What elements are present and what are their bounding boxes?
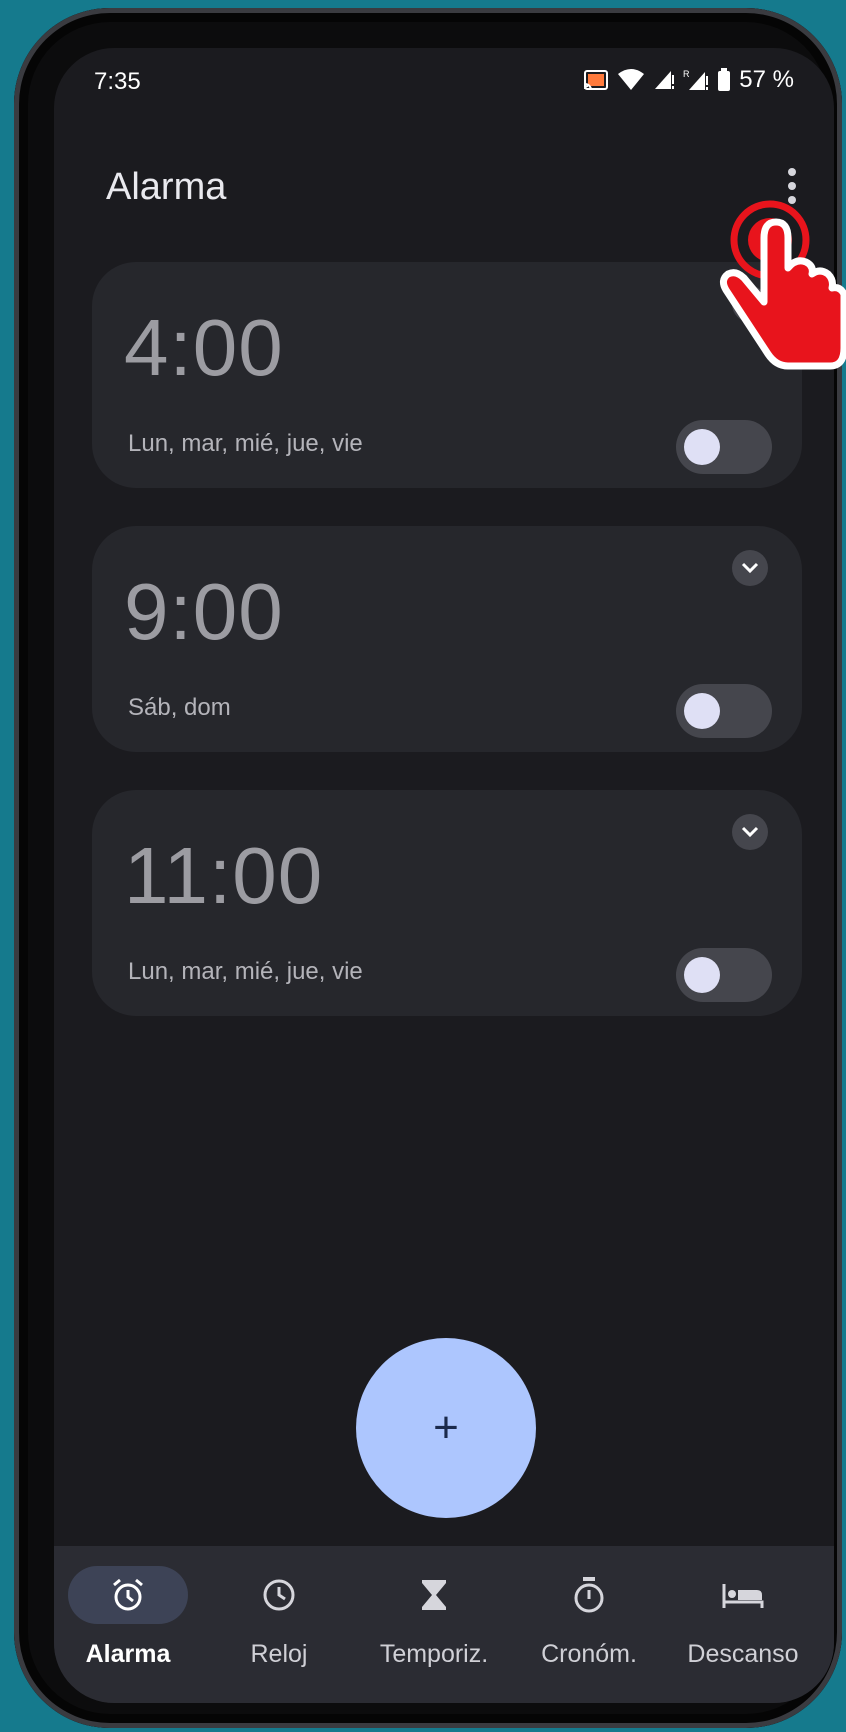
- status-icons: R 57 %: [583, 66, 794, 94]
- alarm-icon: [113, 1578, 143, 1611]
- tap-pointer-icon: [719, 200, 846, 370]
- signal-icon: [655, 71, 675, 89]
- nav-label: Alarma: [85, 1640, 171, 1668]
- chevron-down-icon[interactable]: [732, 814, 768, 850]
- nav-item-stopwatch[interactable]: Cronóm.: [509, 1566, 669, 1669]
- alarm-days: Lun, mar, mié, jue, vie: [128, 958, 363, 985]
- battery-percent: 57 %: [739, 66, 794, 93]
- nav-label: Cronóm.: [541, 1640, 637, 1668]
- alarm-time[interactable]: 9:00: [124, 566, 284, 658]
- nav-item-bedtime[interactable]: Descanso: [663, 1566, 823, 1669]
- alarm-card[interactable]: 9:00 Sáb, dom: [92, 526, 802, 752]
- plus-icon: +: [433, 1403, 459, 1452]
- alarm-toggle[interactable]: [676, 948, 772, 1002]
- nav-label: Reloj: [250, 1640, 308, 1668]
- status-bar: 7:35 R 57 %: [54, 48, 834, 118]
- nav-item-clock[interactable]: Reloj: [199, 1566, 359, 1669]
- hourglass-icon: [422, 1580, 446, 1610]
- bottom-navigation: Alarma Reloj Temporiz. Cronóm. Descanso: [54, 1546, 834, 1703]
- alarm-days: Lun, mar, mié, jue, vie: [128, 430, 363, 457]
- wifi-icon: [618, 69, 645, 90]
- stopwatch-icon: [574, 1577, 604, 1613]
- nav-label: Descanso: [687, 1640, 799, 1668]
- signal-roaming-icon: R: [683, 69, 709, 90]
- alarm-toggle[interactable]: [676, 420, 772, 474]
- alarm-toggle[interactable]: [676, 684, 772, 738]
- status-time: 7:35: [94, 68, 141, 95]
- bed-icon: [722, 1584, 764, 1608]
- alarm-card[interactable]: 11:00 Lun, mar, mié, jue, vie: [92, 790, 802, 1016]
- clock-icon: [263, 1579, 295, 1611]
- chevron-down-icon[interactable]: [732, 550, 768, 586]
- page-title: Alarma: [106, 166, 227, 208]
- alarm-days: Sáb, dom: [128, 694, 231, 721]
- alarm-time[interactable]: 4:00: [124, 302, 284, 394]
- nav-label: Temporiz.: [379, 1640, 489, 1668]
- add-alarm-button[interactable]: +: [356, 1338, 536, 1518]
- nav-item-timer[interactable]: Temporiz.: [354, 1566, 514, 1669]
- cast-icon: [584, 70, 609, 91]
- nav-item-alarm[interactable]: Alarma: [54, 1566, 208, 1669]
- alarm-time[interactable]: 11:00: [124, 830, 323, 922]
- svg-text:R: R: [683, 69, 690, 79]
- alarm-card[interactable]: 4:00 Lun, mar, mié, jue, vie: [92, 262, 802, 488]
- battery-icon: [718, 68, 731, 91]
